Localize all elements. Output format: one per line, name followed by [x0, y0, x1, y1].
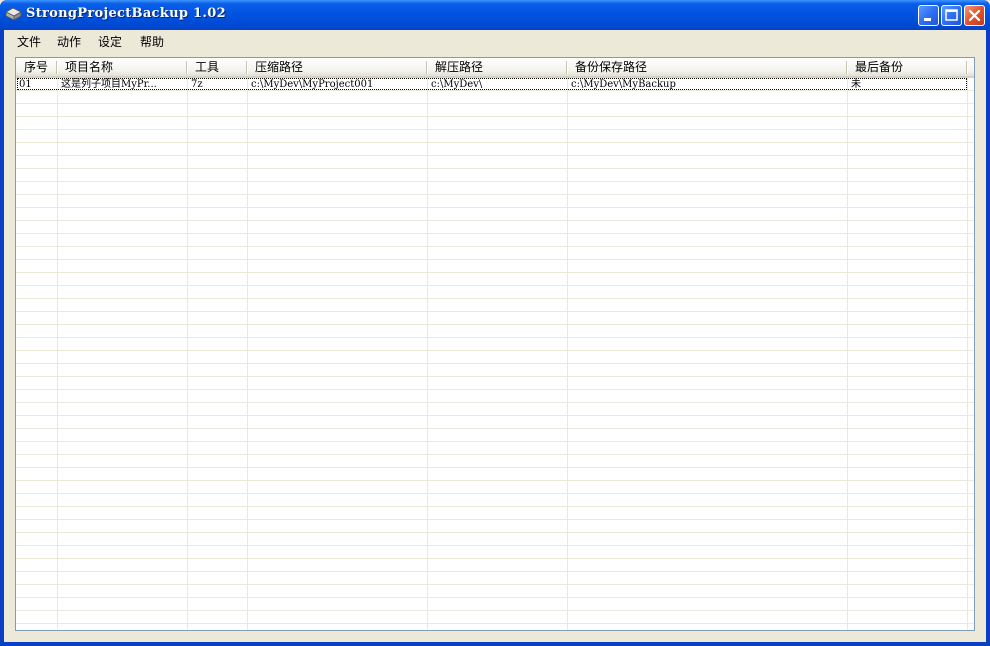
column-header-last-backup[interactable]: 最后备份 [847, 58, 967, 76]
column-header-compress-path[interactable]: 压缩路径 [247, 58, 427, 76]
window-title: StrongProjectBackup 1.02 [26, 6, 226, 21]
minimize-icon [924, 18, 931, 21]
maximize-button[interactable] [941, 5, 962, 26]
menu-help[interactable]: 帮助 [138, 33, 166, 49]
grid-column-line [967, 78, 968, 630]
app-icon [5, 7, 22, 21]
table-row[interactable]: 01 这是列子项目MyPr... 7z c:\MyDev\MyProject00… [16, 78, 974, 91]
window-client-area: 文件 动作 设定 帮助 序号 项目名称 工具 压缩路径 解压路径 备份保存路径 … [4, 30, 986, 642]
menu-file[interactable]: 文件 [15, 33, 43, 49]
column-header-backup-path[interactable]: 备份保存路径 [567, 58, 847, 76]
project-list[interactable]: 序号 项目名称 工具 压缩路径 解压路径 备份保存路径 最后备份 01 这是列子… [15, 57, 975, 631]
close-icon [968, 9, 981, 22]
grid-column-line [187, 78, 188, 630]
app-window: StrongProjectBackup 1.02 文件 动作 设定 帮助 序号 … [0, 0, 990, 646]
column-header-project-name[interactable]: 项目名称 [57, 58, 187, 76]
list-header: 序号 项目名称 工具 压缩路径 解压路径 备份保存路径 最后备份 [16, 58, 974, 78]
grid-column-line [427, 78, 428, 630]
menu-bar: 文件 动作 设定 帮助 [4, 30, 986, 52]
close-button[interactable] [964, 5, 985, 26]
column-header-index[interactable]: 序号 [16, 58, 57, 76]
list-grid [16, 78, 974, 630]
focus-rectangle [17, 78, 967, 90]
menu-settings[interactable]: 设定 [96, 33, 124, 49]
column-header-tool[interactable]: 工具 [187, 58, 247, 76]
title-bar[interactable]: StrongProjectBackup 1.02 [0, 0, 990, 30]
grid-column-line [847, 78, 848, 630]
menu-action[interactable]: 动作 [55, 33, 83, 49]
column-divider[interactable] [966, 61, 967, 74]
grid-column-line [57, 78, 58, 630]
grid-column-line [247, 78, 248, 630]
maximize-icon [945, 9, 958, 21]
minimize-button[interactable] [918, 5, 939, 26]
grid-column-line [567, 78, 568, 630]
column-header-extract-path[interactable]: 解压路径 [427, 58, 567, 76]
